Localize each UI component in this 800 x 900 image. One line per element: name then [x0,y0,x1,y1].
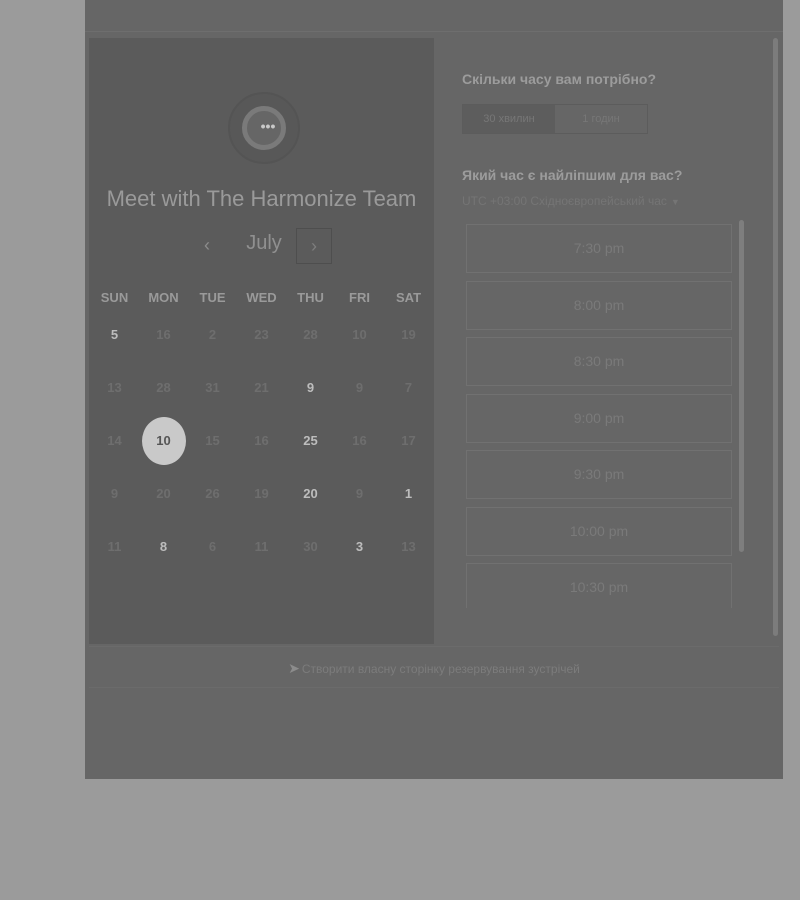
calendar-day: 28 [156,380,171,395]
prev-month-button[interactable]: ‹ [197,233,217,257]
calendar-day: 7 [404,380,413,395]
calendar-day: 21 [254,380,269,395]
calendar-week: 13 28 31 21 9 9 7 [89,361,434,414]
calendar-day: 19 [254,486,269,501]
calendar-day[interactable]: 9 [286,363,335,412]
duration-toggle: 30 хвилин 1 годин [462,104,648,134]
calendar-grid: 5 16 2 23 28 10 19 13 28 31 21 9 9 7 14 10 15 16 25 16 17 9 20… [89,308,434,573]
calendar-day[interactable]: 25 [286,416,335,465]
calendar-day: 14 [107,433,122,448]
calendar-panel: ••• Meet with The Harmonize Team ‹ July … [89,38,434,644]
calendar-week: 11 8 6 11 30 3 13 [89,520,434,573]
calendar-day: 11 [107,539,122,554]
ellipsis-icon: ••• [260,118,276,134]
time-slot-button[interactable]: 8:30 pm [466,337,732,386]
calendar-day: 31 [205,380,220,395]
calendar-day: 9 [355,380,364,395]
calendar-day: 2 [208,327,217,342]
month-navigation: ‹ July › [89,228,434,268]
calendar-day: 19 [401,327,416,342]
calendar-day: 15 [205,433,220,448]
weekday-label: SUN [100,290,129,305]
calendar-day[interactable]: 8 [139,522,188,571]
month-label: July [246,232,282,254]
time-slot-button[interactable]: 10:30 pm [466,563,732,608]
calendar-day: 16 [352,433,367,448]
calendar-day: 30 [303,539,318,554]
calendar-day: 13 [401,539,416,554]
calendar-day: 6 [208,539,217,554]
calendar-week: 5 16 2 23 28 10 19 [89,308,434,361]
footer: ➤ Створити власну сторінку резервування з… [89,646,779,688]
weekday-label: THU [297,290,324,305]
organizer-avatar: ••• [228,92,300,164]
calendar-day[interactable]: 1 [384,469,433,518]
weekday-label: TUE [199,290,226,305]
timezone-select[interactable]: UTC +03:00 Східноєвропейський час ▼ [462,194,680,208]
calendar-day: 20 [156,486,171,501]
calendar-day: 9 [355,486,364,501]
time-slot-list: 7:30 pm 8:00 pm 8:30 pm 9:00 pm 9:30 pm 10:00… [466,224,732,608]
calendar-day-selected[interactable]: 10 [139,416,188,465]
calendar-day: 9 [110,486,119,501]
timezone-label: UTC +03:00 Східноєвропейський час [462,194,667,208]
organizer-name: Meet with The Harmonize Team [106,186,417,211]
calendar-day: 28 [303,327,318,342]
weekday-label: WED [246,290,277,305]
calendar-day: 17 [401,433,416,448]
duration-option[interactable]: 1 годин [555,105,647,133]
calendar-day: 10 [352,327,367,342]
calendar-day[interactable]: 5 [90,310,139,359]
weekday-label: FRI [349,290,370,305]
time-slot-button[interactable]: 7:30 pm [466,224,732,273]
calendar-day: 23 [254,327,269,342]
calendar-day[interactable]: 20 [286,469,335,518]
calendar-day: 16 [254,433,269,448]
weekday-header: SUN MON TUE WED THU FRI SAT [89,290,434,305]
booking-panel: Скільки часу вам потрібно? 30 хвилин 1 го… [434,38,783,644]
calendar-week: 9 20 26 19 20 9 1 [89,467,434,520]
calendar-day[interactable]: 3 [335,522,384,571]
top-bar [85,0,783,32]
chat-bubble-icon: ••• [242,106,286,150]
calendar-day: 16 [156,327,171,342]
weekday-label: MON [148,290,179,305]
weekday-label: SAT [395,290,422,305]
calendar-week: 14 10 15 16 25 16 17 [89,414,434,467]
calendar-day: 26 [205,486,220,501]
calendar-day: 13 [107,380,122,395]
calendar-day: 11 [254,539,269,554]
create-booking-page-link[interactable]: Створити власну сторінку резервування зу… [302,662,580,676]
time-slot-button[interactable]: 9:30 pm [466,450,732,499]
selected-day-number: 10 [141,416,186,465]
time-slot-button[interactable]: 9:00 pm [466,393,732,443]
next-month-button[interactable]: › [296,228,332,264]
time-slot-button[interactable]: 8:00 pm [466,280,732,330]
chevron-down-icon: ▼ [670,197,680,207]
booking-window: ••• Meet with The Harmonize Team ‹ July … [85,0,783,779]
time-question: Який час є найліпшим для вас? [462,167,683,183]
duration-option[interactable]: 30 хвилин [463,105,555,133]
time-slot-button[interactable]: 10:00 pm [466,506,732,556]
duration-question: Скільки часу вам потрібно? [462,71,657,87]
pointer-arrow-icon: ➤ [288,660,300,676]
panel-scrollbar[interactable] [773,38,778,636]
slot-list-scrollbar[interactable] [739,220,744,552]
